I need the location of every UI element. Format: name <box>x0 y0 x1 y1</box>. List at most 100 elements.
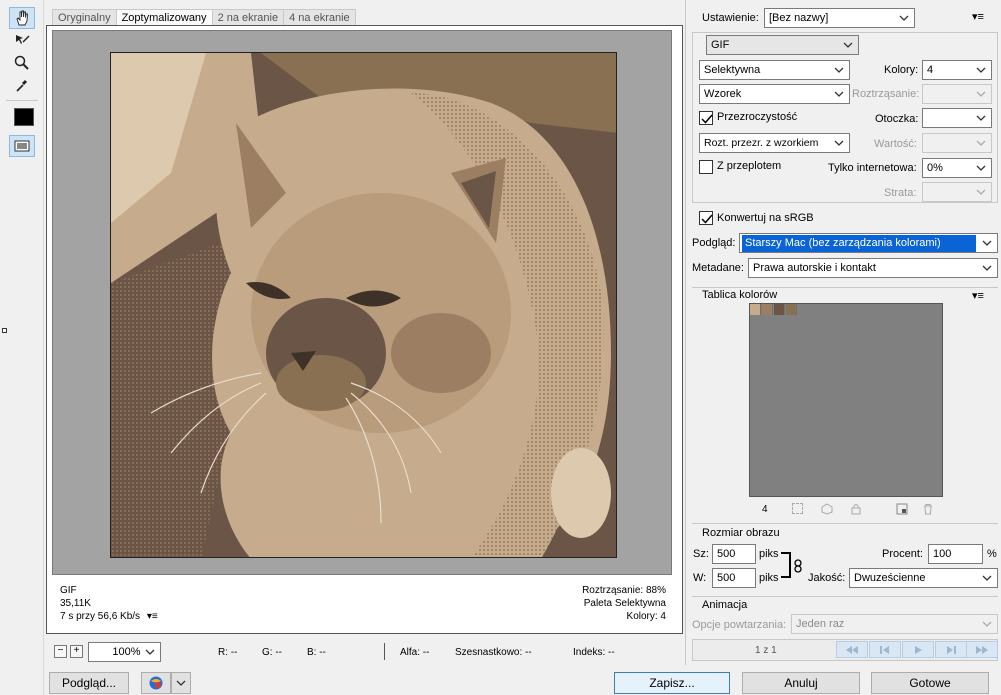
interlaced-checkbox[interactable] <box>699 160 713 174</box>
convert-srgb-checkbox[interactable] <box>699 211 713 225</box>
dither-label: Roztrząsanie: <box>852 88 920 100</box>
preview-in-browser-button[interactable]: Podgląd... <box>49 672 129 694</box>
tab-original[interactable]: Oryginalny <box>52 9 117 26</box>
web-snap-value: 0% <box>927 162 943 174</box>
chevron-down-icon <box>834 91 844 97</box>
color-swatch[interactable] <box>762 304 773 315</box>
color-count: 4 <box>762 504 768 515</box>
cancel-button[interactable]: Anuluj <box>742 672 860 694</box>
hand-tool-icon[interactable] <box>9 7 35 29</box>
info-palette: Paleta Selektywna <box>583 598 666 609</box>
new-color-icon[interactable] <box>896 503 908 518</box>
preview-profile-select[interactable]: Starszy Mac (bez zarządzania kolorami) <box>739 233 998 253</box>
info-colors: Kolory: 4 <box>626 611 666 622</box>
blue-value: B: -- <box>307 647 326 658</box>
eyedropper-tool-icon[interactable] <box>9 74 35 96</box>
height-value: 500 <box>717 572 736 584</box>
transparency-dither-value: Rozt. przezr. z wzorkiem <box>704 137 819 149</box>
first-frame-icon <box>846 645 858 654</box>
next-frame-button[interactable] <box>935 641 967 658</box>
tab-4-up[interactable]: 4 na ekranie <box>283 9 356 26</box>
web-shift-icon[interactable] <box>821 503 833 518</box>
color-table-menu-icon[interactable]: ▾≡ <box>972 289 984 302</box>
web-snap-select[interactable]: 0% <box>922 158 992 178</box>
cat-photo <box>111 53 616 557</box>
info-download-time: 7 s przy 56,6 Kb/s <box>60 611 141 622</box>
quality-select[interactable]: Dwuześcienne <box>849 568 998 588</box>
info-file-size: 35,11K <box>60 598 91 609</box>
looping-label: Opcje powtarzania: <box>692 619 787 631</box>
matte-label: Otoczka: <box>875 113 919 125</box>
color-reduction-value: Selektywna <box>704 64 761 76</box>
eyedropper-color-swatch[interactable] <box>14 108 34 126</box>
interlaced-label: Z przeplotem <box>717 160 782 172</box>
color-reduction-select[interactable]: Selektywna <box>699 60 850 80</box>
width-label: Sz: <box>693 548 709 560</box>
zoom-out-button[interactable]: − <box>54 645 67 658</box>
lock-color-icon[interactable] <box>850 503 862 518</box>
lossy-select <box>922 182 992 202</box>
dither-algorithm-select[interactable]: Wzorek <box>699 84 850 104</box>
info-format: GIF <box>60 585 77 596</box>
index-value: Indeks: -- <box>573 647 615 658</box>
image-size-divider <box>692 523 998 524</box>
zoom-in-button[interactable]: + <box>70 645 83 658</box>
height-input[interactable]: 500 <box>712 568 756 588</box>
chevron-down-icon <box>976 189 986 195</box>
last-frame-button[interactable] <box>966 641 998 658</box>
tab-2-up[interactable]: 2 na ekranie <box>211 9 285 26</box>
width-value: 500 <box>717 548 736 560</box>
zoom-tool-icon[interactable] <box>9 52 35 74</box>
color-swatch[interactable] <box>750 304 761 315</box>
done-button[interactable]: Gotowe <box>871 672 989 694</box>
save-button[interactable]: Zapisz... <box>614 672 730 694</box>
optimized-image-preview[interactable] <box>110 52 617 558</box>
file-format-value: GIF <box>711 39 730 51</box>
transparency-dither-select[interactable]: Rozt. przezr. z wzorkiem <box>699 133 850 153</box>
width-input[interactable]: 500 <box>712 544 756 564</box>
optimization-info: GIF 35,11K 7 s przy 56,6 Kb/s ▾≡ Roztrzą… <box>52 578 672 630</box>
metadata-label: Metadane: <box>692 262 744 274</box>
trash-icon[interactable] <box>922 503 934 518</box>
panel-resize-handle[interactable] <box>2 328 7 333</box>
download-speed-menu-icon[interactable]: ▾≡ <box>147 611 158 622</box>
preset-select[interactable]: [Bez nazwy] <box>764 8 915 28</box>
matte-select[interactable] <box>922 108 992 128</box>
previous-frame-icon <box>880 645 889 654</box>
browser-dropdown-button[interactable] <box>171 672 191 694</box>
chevron-down-icon <box>976 91 986 97</box>
quality-label: Jakość: <box>808 572 846 584</box>
percent-label: Procent: <box>882 548 923 560</box>
play-icon <box>915 645 922 654</box>
chevron-down-icon <box>834 67 844 73</box>
previous-frame-button[interactable] <box>869 641 901 658</box>
colors-value: 4 <box>927 64 934 76</box>
color-table-grid[interactable] <box>749 303 943 497</box>
color-swatch[interactable] <box>774 304 785 315</box>
link-icon[interactable] <box>794 559 802 576</box>
last-frame-icon <box>976 645 988 654</box>
percent-input[interactable]: 100 <box>928 544 983 564</box>
convert-srgb-label: Konwertuj na sRGB <box>717 212 814 224</box>
transparency-checkbox[interactable] <box>699 111 713 125</box>
slice-select-tool-icon[interactable] <box>9 30 35 52</box>
play-button[interactable] <box>902 641 934 658</box>
chevron-down-icon <box>982 621 992 627</box>
zoom-level-select[interactable]: 100% <box>88 642 161 662</box>
red-value: R: -- <box>218 647 238 658</box>
checkmark-icon <box>701 114 713 124</box>
lossy-label: Strata: <box>884 187 917 199</box>
file-format-select[interactable]: GIF <box>706 35 859 55</box>
map-to-transparent-icon[interactable] <box>792 503 803 514</box>
image-size-title: Rozmiar obrazu <box>702 527 780 539</box>
first-frame-button[interactable] <box>836 641 868 658</box>
colors-select[interactable]: 4 <box>922 60 992 80</box>
metadata-select[interactable]: Prawa autorskie i kontakt <box>748 258 998 278</box>
preview-profile-value: Starszy Mac (bez zarządzania kolorami) <box>742 235 976 252</box>
toggle-slices-visibility-icon[interactable] <box>9 135 35 157</box>
constrain-bracket <box>781 552 791 578</box>
optimize-menu-icon[interactable]: ▾≡ <box>972 10 984 23</box>
color-swatch[interactable] <box>786 304 797 315</box>
alpha-value: Alfa: -- <box>400 647 430 658</box>
browser-select-button[interactable] <box>141 672 171 694</box>
